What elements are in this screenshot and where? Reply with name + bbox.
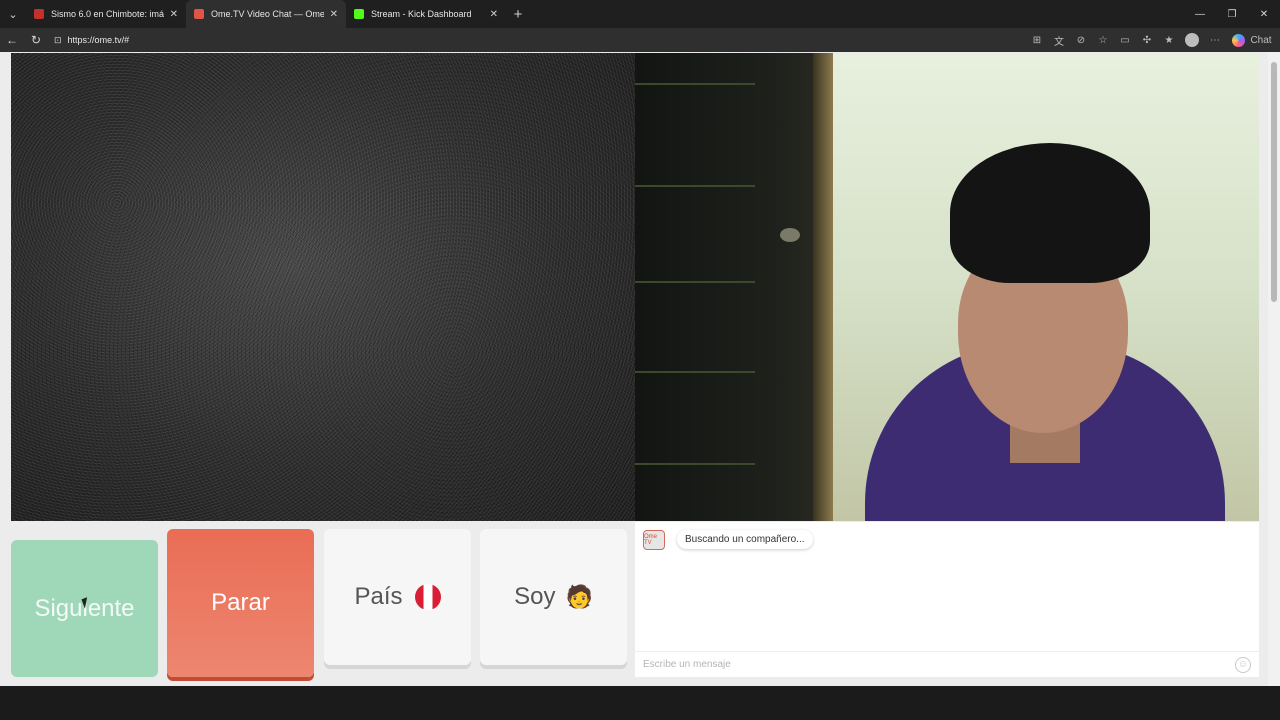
stop-button-label: Parar: [211, 589, 270, 616]
own-webcam-video: [635, 53, 1259, 521]
video-noise: [11, 53, 635, 521]
copilot-chat-button[interactable]: Chat: [1226, 33, 1280, 47]
country-button-label: País: [354, 583, 403, 610]
ometv-page: Siguiente Parar País Soy 🧑 Ome TV Buscan…: [0, 52, 1280, 686]
emoji-picker-icon[interactable]: ☺: [1235, 656, 1251, 673]
restore-icon[interactable]: ❐: [1216, 0, 1248, 28]
chat-panel: Ome TV Buscando un compañero... ☺: [635, 522, 1259, 677]
video-doorknob: [780, 228, 800, 242]
more-menu-icon[interactable]: ⋯: [1204, 35, 1226, 46]
favorites-icon[interactable]: ★: [1158, 35, 1180, 46]
page-scrollbar[interactable]: [1268, 52, 1280, 686]
url-text: https://ome.tv/#: [67, 35, 130, 45]
gender-button-label: Soy: [514, 583, 556, 610]
translate-icon[interactable]: 文: [1048, 33, 1070, 48]
apps-icon[interactable]: ⊞: [1026, 35, 1048, 46]
bottom-frame: [0, 686, 1280, 720]
kick-favicon-icon: [354, 9, 364, 19]
country-button[interactable]: País: [324, 529, 471, 665]
youtube-favicon-icon: [34, 9, 44, 19]
stop-button[interactable]: Parar: [167, 529, 314, 677]
url-field[interactable]: ⊡ https://ome.tv/#: [54, 30, 1014, 50]
partner-video-static: [11, 53, 635, 521]
address-bar: ← ↻ ⊡ https://ome.tv/# ⊞ 文 ⊘ ☆ ▭ ✣ ★ ⋯ C…: [0, 28, 1280, 52]
tab-kick[interactable]: Stream - Kick Dashboard ✕: [346, 0, 506, 28]
tab-sismo[interactable]: Sismo 6.0 en Chimbote: imágenes ✕: [26, 0, 186, 28]
tab-list-chevron-icon[interactable]: ⌄: [0, 0, 26, 28]
new-tab-plus-icon[interactable]: +: [506, 6, 530, 23]
tab-title: Stream - Kick Dashboard: [371, 9, 472, 19]
minimize-icon[interactable]: —: [1184, 0, 1216, 28]
browser-toolbar: ⊞ 文 ⊘ ☆ ▭ ✣ ★ ⋯ Chat: [1026, 28, 1280, 52]
close-tab-icon[interactable]: ✕: [490, 9, 498, 20]
camera-icon[interactable]: ▭: [1114, 35, 1136, 46]
tab-bar: ⌄ Sismo 6.0 en Chimbote: imágenes ✕ Ome.…: [0, 0, 1280, 28]
site-info-icon[interactable]: ⊡: [54, 35, 62, 46]
favorite-star-icon[interactable]: ☆: [1092, 35, 1114, 46]
scrollbar-thumb[interactable]: [1271, 62, 1277, 302]
video-person-hair: [950, 143, 1150, 283]
status-message: Buscando un compañero...: [677, 530, 813, 549]
person-emoji-icon: 🧑: [565, 584, 593, 609]
copilot-icon: [1232, 33, 1245, 47]
window-controls: — ❐ ✕: [1184, 0, 1280, 28]
back-arrow-icon[interactable]: ←: [0, 28, 24, 52]
video-door: [635, 53, 830, 521]
close-tab-icon[interactable]: ✕: [330, 9, 338, 20]
chat-input-bar: ☺: [635, 651, 1259, 677]
video-door-frame: [813, 53, 833, 521]
tab-ometv[interactable]: Ome.TV Video Chat — Omegle ✕: [186, 0, 346, 28]
window-close-icon[interactable]: ✕: [1248, 0, 1280, 28]
reload-icon[interactable]: ↻: [24, 28, 48, 52]
tab-title: Sismo 6.0 en Chimbote: imágenes: [51, 9, 164, 19]
gender-button[interactable]: Soy 🧑: [480, 529, 627, 665]
recording-favicon-icon: [194, 9, 204, 19]
tracking-prevention-icon[interactable]: ⊘: [1070, 35, 1092, 46]
close-tab-icon[interactable]: ✕: [170, 9, 178, 20]
profile-avatar-icon[interactable]: [1185, 33, 1199, 47]
message-input[interactable]: [643, 659, 1235, 670]
extensions-icon[interactable]: ✣: [1136, 35, 1158, 46]
ometv-logo-icon: Ome TV: [643, 530, 665, 550]
peru-flag-icon: [414, 584, 441, 610]
copilot-label: Chat: [1250, 34, 1272, 46]
tab-title: Ome.TV Video Chat — Omegle: [211, 9, 324, 19]
